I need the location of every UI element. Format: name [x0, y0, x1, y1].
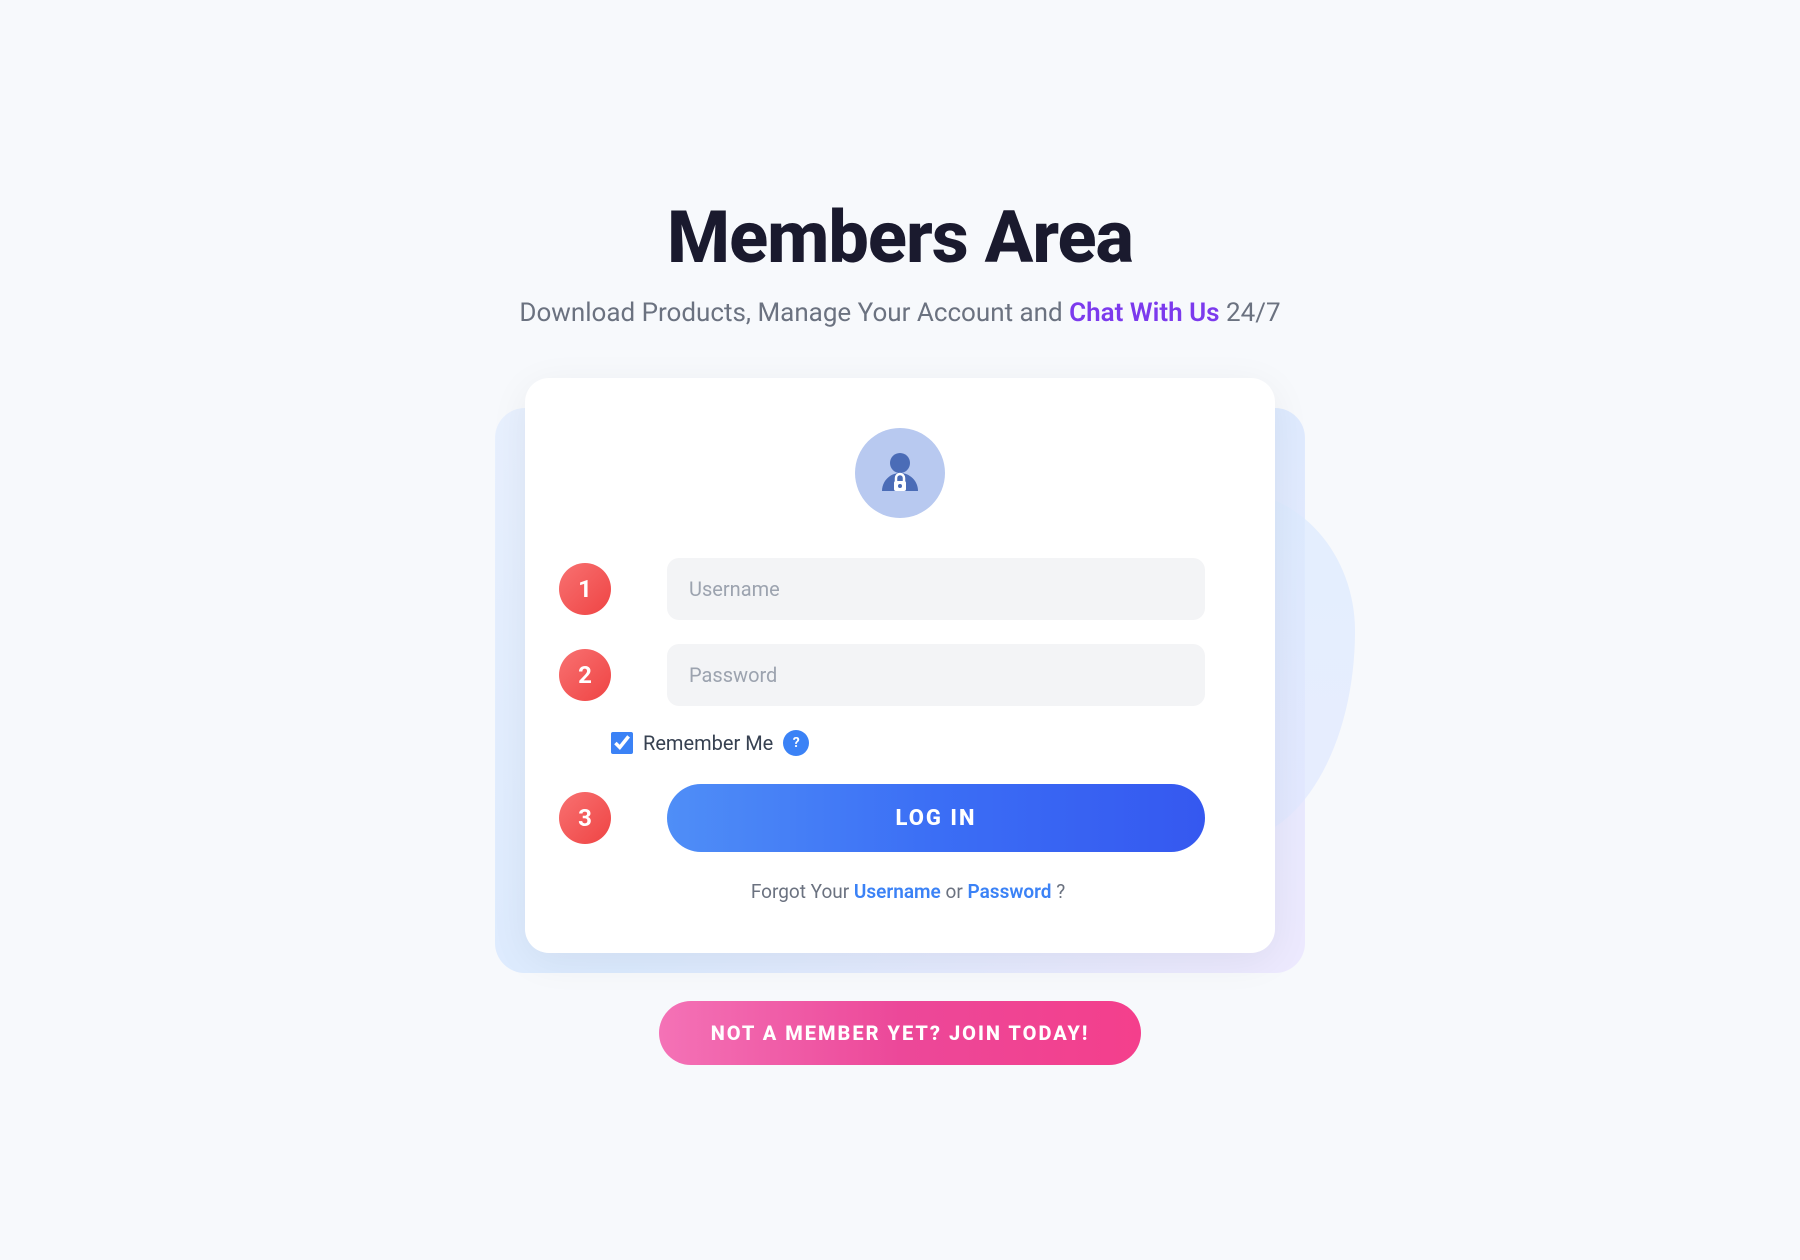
username-input[interactable]	[667, 558, 1205, 620]
forgot-prefix: Forgot Your	[751, 880, 854, 903]
card-outer: 1 2 Remember Me ? 3 LOG IN Forgot You	[525, 378, 1275, 953]
forgot-username-link[interactable]: Username	[854, 880, 941, 903]
login-button[interactable]: LOG IN	[667, 784, 1205, 852]
step-2-badge: 2	[559, 649, 611, 701]
help-icon[interactable]: ?	[783, 730, 809, 756]
password-row: 2	[595, 644, 1205, 706]
remember-me-row: Remember Me ?	[595, 730, 1205, 756]
forgot-row: Forgot Your Username or Password ?	[595, 880, 1205, 903]
username-row: 1	[595, 558, 1205, 620]
subtitle-suffix: 24/7	[1226, 298, 1281, 328]
avatar-wrapper	[595, 428, 1205, 518]
password-input[interactable]	[667, 644, 1205, 706]
login-card: 1 2 Remember Me ? 3 LOG IN Forgot You	[525, 378, 1275, 953]
login-row: 3 LOG IN	[595, 784, 1205, 852]
step-1-badge: 1	[559, 563, 611, 615]
join-button-wrapper: NOT A MEMBER YET? JOIN TODAY!	[659, 1001, 1142, 1065]
page-title: Members Area	[667, 195, 1133, 280]
subtitle: Download Products, Manage Your Account a…	[519, 298, 1280, 328]
join-today-button[interactable]: NOT A MEMBER YET? JOIN TODAY!	[659, 1001, 1142, 1065]
user-lock-icon	[874, 447, 926, 499]
subtitle-prefix: Download Products, Manage Your Account a…	[519, 298, 1069, 328]
forgot-password-link[interactable]: Password	[968, 880, 1052, 903]
forgot-suffix: ?	[1056, 880, 1065, 903]
chat-with-us-link[interactable]: Chat With Us	[1069, 298, 1219, 328]
forgot-or: or	[946, 880, 968, 903]
remember-me-checkbox[interactable]	[611, 732, 633, 754]
page-wrapper: Members Area Download Products, Manage Y…	[0, 155, 1800, 1105]
avatar	[855, 428, 945, 518]
step-3-badge: 3	[559, 792, 611, 844]
remember-me-label[interactable]: Remember Me	[643, 731, 773, 755]
